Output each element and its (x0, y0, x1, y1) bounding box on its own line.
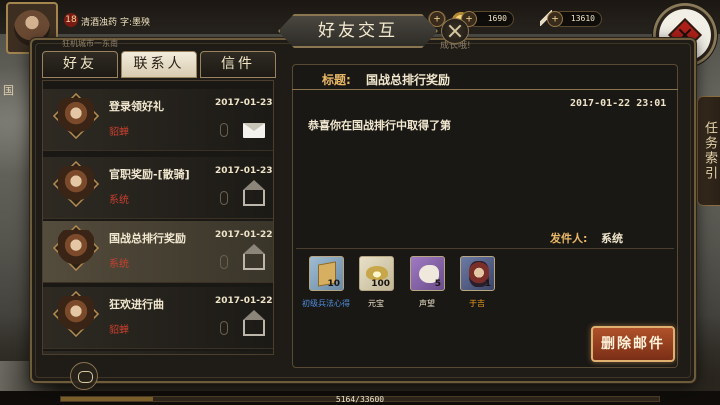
mail-sender: 系统 (109, 259, 129, 270)
mail-datetime: 2017-01-22 23:01 (570, 98, 667, 109)
mail-detail-pane (292, 64, 678, 368)
mail-date: 2017-01-22 (215, 230, 273, 240)
ingot-icon (366, 266, 388, 280)
reward-item-fame[interactable]: 5 (410, 256, 445, 291)
fame-amount: 13610 (570, 14, 595, 23)
player-name: 清酒浊药 (81, 18, 118, 28)
sender-portrait (58, 230, 94, 266)
ticker-left: 狂机城市一东南 (62, 39, 118, 48)
reward-item-ingot[interactable]: 100 (359, 256, 394, 291)
mail-row-selected[interactable]: 国战总排行奖励 2017-01-22 系统 (43, 221, 273, 283)
dialog-title: 好友交互 (278, 14, 438, 48)
from-label: 发件人: (550, 232, 588, 245)
unread-envelope-icon (243, 123, 265, 138)
mail-sender: 貂蝉 (109, 127, 129, 138)
reward-qty: 100 (371, 279, 390, 289)
mail-date: 2017-01-22 (215, 296, 273, 306)
sender-portrait (58, 166, 94, 202)
exp-text: 5164/33600 (335, 395, 385, 404)
reward-name: 于吉 (469, 299, 485, 308)
read-envelope-icon (243, 244, 265, 270)
tab-mail[interactable]: 信件 (200, 51, 276, 78)
mail-subject: 登录领好礼 (109, 100, 164, 113)
mail-subject: 国战总排行奖励 (109, 232, 186, 245)
reward-item-hero[interactable]: 1 (460, 256, 495, 291)
reward-qty: 1 (484, 279, 491, 289)
mail-row[interactable]: 登录领好礼 2017-01-23 貂蝉 (43, 89, 273, 151)
left-edge-label: 国 (3, 84, 14, 97)
reward-qty: 5 (434, 279, 441, 289)
mail-row-partial[interactable] (43, 351, 273, 354)
mail-date: 2017-01-23 (215, 166, 273, 176)
reward-item-book[interactable]: 10 (309, 256, 344, 291)
level-badge: 18 (64, 13, 78, 27)
player-courtesy-name: 字:墨殃 (120, 18, 151, 28)
chat-bubble-icon[interactable] (70, 362, 98, 390)
mail-date: 2017-01-23 (215, 98, 273, 108)
mail-sender: 貂蝉 (109, 325, 129, 336)
read-envelope-icon (243, 180, 265, 206)
tab-friends[interactable]: 好友 (42, 51, 118, 78)
subject-label: 标题: (322, 73, 351, 87)
tab-contacts[interactable]: 联系人 (121, 51, 197, 78)
mail-subject: 狂欢进行曲 (109, 298, 164, 311)
fame-counter: + 13610 (547, 11, 602, 27)
ingot-amount: 1690 (487, 14, 507, 23)
sender-portrait (58, 296, 94, 332)
mail-list[interactable]: 登录领好礼 2017-01-23 貂蝉 官职奖励-[散骑] 2017-01-23… (42, 80, 274, 355)
mail-body: 恭喜你在国战排行中取得了第 (308, 119, 451, 132)
close-button[interactable] (441, 18, 469, 44)
mail-subject: 官职奖励-[散骑] (109, 168, 190, 181)
mail-row[interactable]: 官职奖励-[散骑] 2017-01-23 系统 (43, 157, 273, 219)
reward-qty: 10 (327, 279, 340, 289)
add-fame-button[interactable]: + (547, 11, 563, 27)
read-envelope-icon (243, 310, 265, 336)
attachment-icon (220, 321, 228, 335)
sender-portrait (58, 98, 94, 134)
ingot-counter: + 1690 (461, 11, 514, 27)
attachment-icon (220, 255, 228, 269)
rewards-divider (296, 248, 674, 249)
mail-subject-header: 标题: 国战总排行奖励 (292, 66, 678, 90)
mail-row[interactable]: 狂欢进行曲 2017-01-22 貂蝉 (43, 287, 273, 349)
delete-mail-button[interactable]: 删除邮件 (591, 326, 675, 362)
subject-text: 国战总排行奖励 (366, 73, 451, 87)
attachment-icon (220, 191, 228, 205)
attachment-icon (220, 123, 228, 137)
from-value: 系统 (601, 232, 623, 245)
bottom-bar: 5164/33600 (0, 391, 720, 405)
quest-index-tab[interactable]: 任务索引 (697, 96, 720, 206)
mail-sender: 系统 (109, 195, 129, 206)
